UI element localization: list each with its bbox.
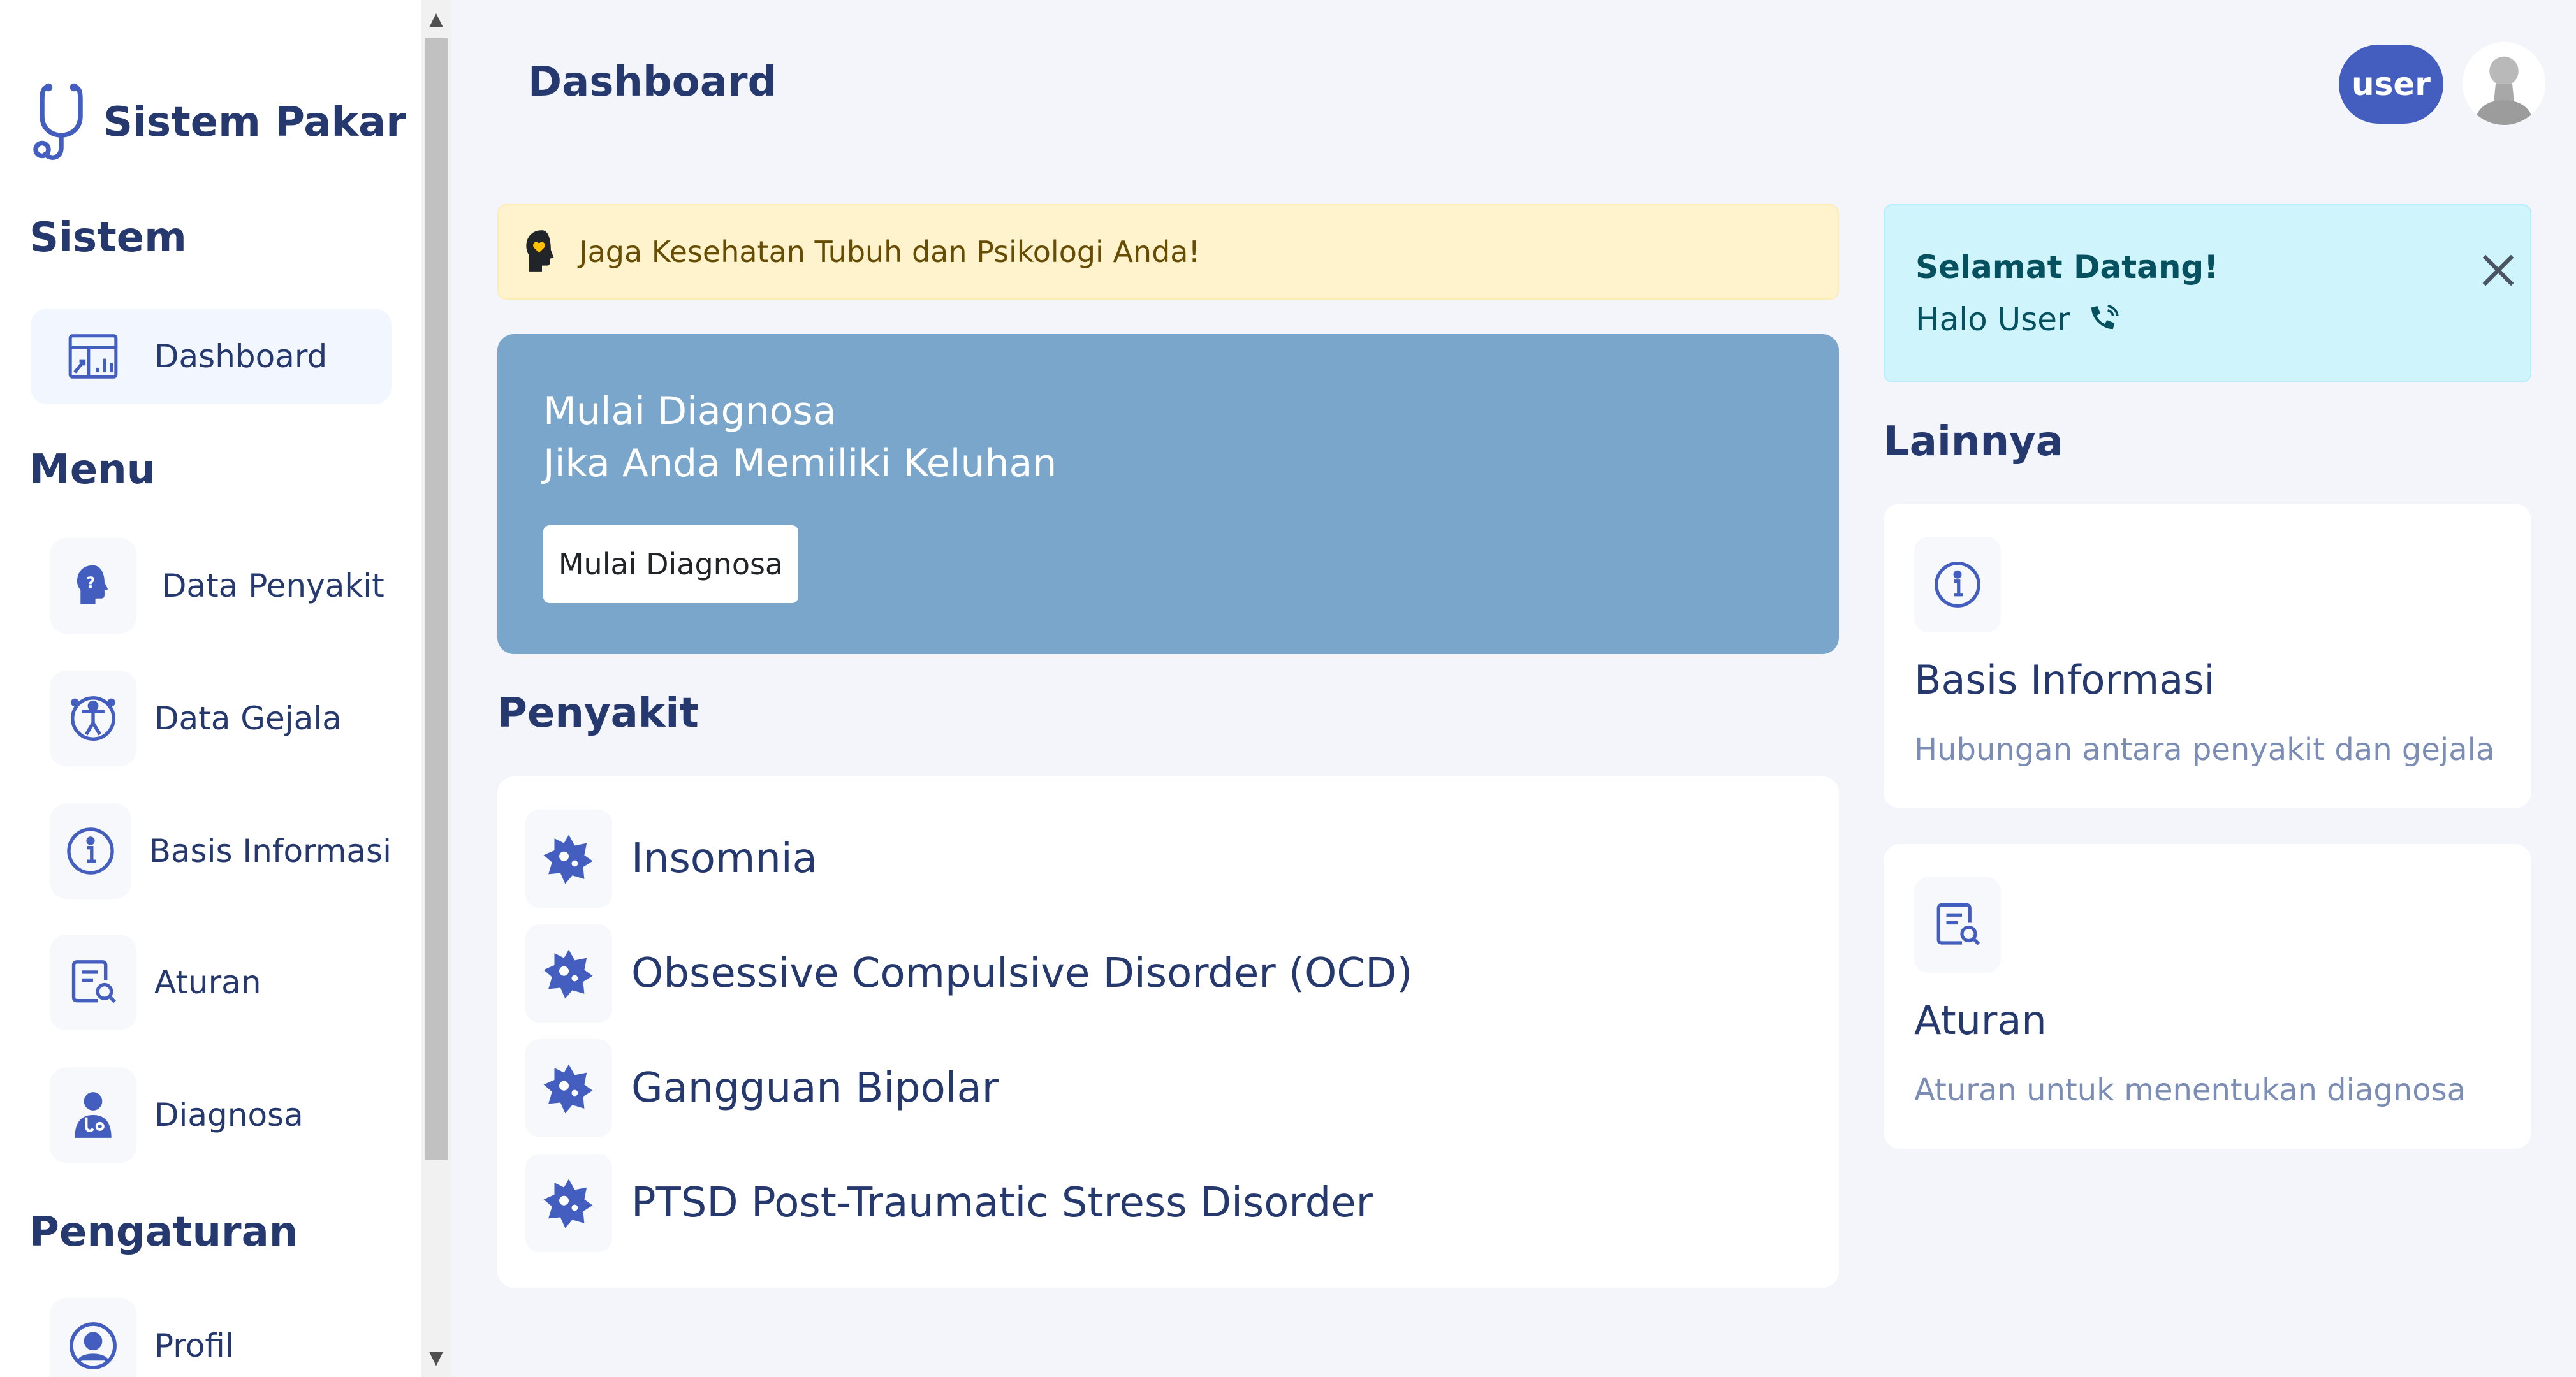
disease-name: Insomnia (631, 835, 817, 882)
stethoscope-icon (33, 83, 83, 160)
virus-person-icon (50, 671, 136, 766)
sidebar-item-label: Data Gejala (154, 700, 342, 737)
scroll-down-arrow-icon[interactable]: ▼ (421, 1343, 451, 1373)
head-question-icon: ? (50, 538, 136, 634)
aturan-card[interactable]: Aturan Aturan untuk menentukan diagnosa (1884, 844, 2531, 1149)
sidebar-item-diagnosa[interactable]: Diagnosa (31, 1067, 392, 1163)
list-item[interactable]: Insomnia (525, 810, 817, 908)
sidebar-item-label: Dashboard (154, 338, 328, 375)
card-description: Hubungan antara penyakit dan gejala (1914, 732, 2495, 768)
scroll-up-arrow-icon[interactable]: ▲ (421, 4, 451, 34)
document-search-icon (1914, 877, 2001, 973)
diagnosis-hero-card: Mulai Diagnosa Jika Anda Memiliki Keluha… (497, 334, 1839, 654)
penyakit-section-title: Penyakit (497, 690, 699, 737)
disease-name: Gangguan Bipolar (631, 1065, 999, 1112)
start-diagnosis-button[interactable]: Mulai Diagnosa (543, 525, 798, 603)
sidebar-item-data-gejala[interactable]: Data Gejala (31, 671, 392, 766)
page-title: Dashboard (528, 59, 777, 106)
lainnya-section-title: Lainnya (1884, 418, 2063, 465)
sidebar-item-profil[interactable]: Profil (31, 1298, 392, 1377)
info-icon (50, 803, 131, 899)
user-circle-icon (50, 1298, 136, 1377)
sidebar: Sistem Pakar Sistem Dashboard Menu ? Dat… (0, 0, 421, 1377)
disease-name: PTSD Post-Traumatic Stress Disorder (631, 1179, 1373, 1227)
health-reminder-alert: Jaga Kesehatan Tubuh dan Psikologi Anda! (497, 204, 1839, 300)
virus-icon (525, 810, 612, 908)
virus-icon (525, 924, 612, 1023)
alert-text: Jaga Kesehatan Tubuh dan Psikologi Anda! (579, 235, 1200, 269)
document-search-icon (50, 935, 136, 1030)
scrollbar-thumb[interactable] (425, 38, 448, 1160)
avatar[interactable] (2463, 42, 2545, 125)
sidebar-item-dashboard[interactable]: Dashboard (31, 309, 392, 404)
dashboard-chart-icon (50, 309, 136, 404)
welcome-subtitle-row: Halo User (1915, 301, 2123, 338)
welcome-alert: Selamat Datang! Halo User (1884, 204, 2531, 382)
hero-title: Mulai Diagnosa (543, 389, 837, 433)
brand-name: Sistem Pakar (103, 99, 406, 146)
user-avatar-icon (2463, 42, 2545, 125)
welcome-subtitle: Halo User (1915, 301, 2070, 338)
close-icon[interactable] (2474, 246, 2522, 295)
svg-text:?: ? (86, 574, 96, 592)
welcome-title: Selamat Datang! (1915, 249, 2219, 286)
doctor-icon (50, 1067, 136, 1163)
sidebar-section-sistem: Sistem (29, 214, 187, 261)
user-badge[interactable]: user (2339, 45, 2443, 124)
virus-icon (525, 1154, 612, 1252)
sidebar-item-label: Aturan (154, 964, 261, 1001)
card-title: Aturan (1914, 997, 2047, 1044)
list-item[interactable]: Gangguan Bipolar (525, 1039, 999, 1137)
sidebar-section-menu: Menu (29, 446, 156, 493)
list-item[interactable]: Obsessive Compulsive Disorder (OCD) (525, 924, 1412, 1023)
sidebar-item-basis-informasi[interactable]: Basis Informasi (31, 803, 392, 899)
sidebar-scrollbar[interactable]: ▲ ▼ (421, 0, 451, 1377)
sidebar-item-label: Data Penyakit (162, 567, 384, 604)
sidebar-item-data-penyakit[interactable]: ? Data Penyakit (31, 538, 392, 634)
virus-icon (525, 1039, 612, 1137)
card-title: Basis Informasi (1914, 657, 2215, 703)
sidebar-item-label: Profil (154, 1327, 234, 1364)
head-heart-icon (526, 230, 554, 272)
sidebar-item-label: Basis Informasi (149, 833, 392, 870)
brand-logo[interactable]: Sistem Pakar (32, 78, 406, 167)
sidebar-item-aturan[interactable]: Aturan (31, 935, 392, 1030)
sidebar-section-pengaturan: Pengaturan (29, 1209, 298, 1256)
basis-informasi-card[interactable]: Basis Informasi Hubungan antara penyakit… (1884, 504, 2531, 808)
info-icon (1914, 537, 2001, 632)
phone-icon (2091, 305, 2119, 330)
disease-name: Obsessive Compulsive Disorder (OCD) (631, 950, 1413, 997)
card-description: Aturan untuk menentukan diagnosa (1914, 1072, 2466, 1108)
list-item[interactable]: PTSD Post-Traumatic Stress Disorder (525, 1154, 1373, 1252)
hero-subtitle: Jika Anda Memiliki Keluhan (543, 441, 1057, 486)
penyakit-list-card: Insomnia Obsessive Compulsive Disorder (… (497, 776, 1839, 1288)
sidebar-item-label: Diagnosa (154, 1096, 304, 1133)
